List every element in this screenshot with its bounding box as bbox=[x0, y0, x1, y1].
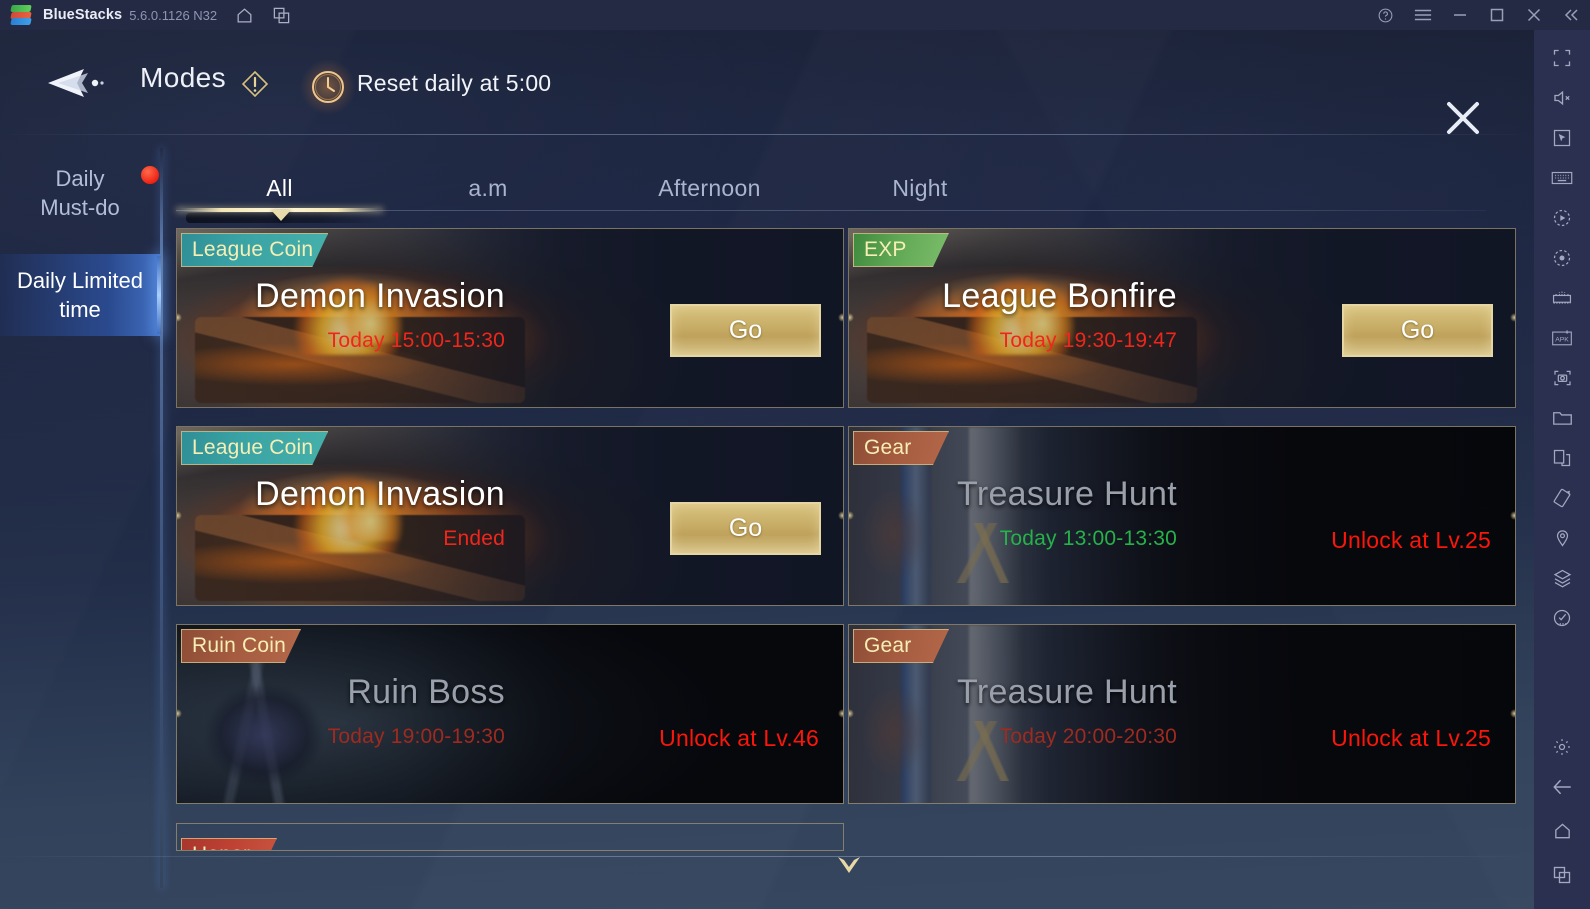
activity-card[interactable]: Gear Treasure Hunt Today 20:00-20:30 Unl… bbox=[848, 624, 1516, 804]
location-icon[interactable] bbox=[1534, 518, 1590, 558]
activity-card[interactable]: EXP League Bonfire Today 19:30-19:47 Go bbox=[848, 228, 1516, 408]
sidebar-item-label-line1: Daily bbox=[55, 166, 105, 191]
tab-label: All bbox=[266, 174, 293, 201]
app-name: BlueStacks bbox=[43, 7, 123, 23]
tab-afternoon[interactable]: Afternoon bbox=[606, 162, 813, 214]
go-button[interactable]: Go bbox=[1342, 304, 1493, 357]
bluestacks-sidebar: APK bbox=[1534, 30, 1590, 909]
card-title: Treasure Hunt bbox=[957, 673, 1177, 711]
activity-card-grid: League Coin Demon Invasion Today 15:00-1… bbox=[176, 225, 1516, 850]
card-time: Today 20:00-20:30 bbox=[999, 725, 1177, 748]
app-version: 5.6.0.1126 N32 bbox=[129, 7, 218, 23]
tab-active-caret-icon bbox=[271, 210, 291, 221]
back-icon[interactable] bbox=[1534, 767, 1590, 807]
mute-icon[interactable] bbox=[1534, 78, 1590, 118]
card-category-badge: Ruin Coin bbox=[181, 629, 301, 663]
menu-icon[interactable] bbox=[1404, 0, 1441, 30]
activity-card[interactable]: Ruin Coin Ruin Boss Today 19:00-19:30 Un… bbox=[176, 624, 844, 804]
collapse-icon[interactable] bbox=[1552, 0, 1590, 30]
reset-daily-text: Reset daily at 5:00 bbox=[357, 70, 552, 96]
eco-mode-icon[interactable] bbox=[1534, 598, 1590, 638]
modes-header: Modes Reset daily at 5:00 bbox=[0, 44, 1534, 134]
recents-icon[interactable] bbox=[1534, 855, 1590, 895]
cursor-icon[interactable] bbox=[1534, 118, 1590, 158]
multi-instance-icon[interactable] bbox=[1534, 438, 1590, 478]
screenshot-icon[interactable] bbox=[1534, 358, 1590, 398]
card-time: Today 15:00-15:30 bbox=[327, 329, 505, 352]
sidebar-item-daily-must-do[interactable]: Daily Must-do bbox=[0, 156, 160, 230]
scroll-down-caret-icon[interactable] bbox=[836, 854, 862, 876]
card-time: Today 19:00-19:30 bbox=[327, 725, 505, 748]
activity-card-partial[interactable]: Honor bbox=[176, 823, 844, 851]
card-title: Ruin Boss bbox=[347, 673, 505, 711]
activity-card[interactable]: League Coin Demon Invasion Ended Go bbox=[176, 426, 844, 606]
card-title: Demon Invasion bbox=[255, 277, 505, 315]
svg-text:APK: APK bbox=[1555, 336, 1569, 343]
back-arrow-icon[interactable] bbox=[44, 66, 106, 100]
card-category-badge: Gear bbox=[853, 629, 949, 663]
info-diamond-icon[interactable] bbox=[240, 69, 270, 99]
card-category-badge: Gear bbox=[853, 431, 949, 465]
card-category-badge: League Coin bbox=[181, 431, 328, 465]
tab-label: a.m bbox=[468, 174, 508, 201]
sidebar-item-label-line2: time bbox=[59, 297, 101, 322]
macro-record-icon[interactable] bbox=[1534, 198, 1590, 238]
card-time: Ended bbox=[443, 527, 505, 550]
unlock-requirement: Unlock at Lv.46 bbox=[659, 725, 819, 751]
unlock-requirement: Unlock at Lv.25 bbox=[1331, 725, 1491, 751]
activity-card[interactable]: Gear Treasure Hunt Today 13:00-13:30 Unl… bbox=[848, 426, 1516, 606]
card-category-badge: League Coin bbox=[181, 233, 328, 267]
titlebar: BlueStacks 5.6.0.1126 N32 bbox=[0, 0, 1590, 30]
tab-am[interactable]: a.m bbox=[408, 162, 568, 214]
fullscreen-icon[interactable] bbox=[1534, 38, 1590, 78]
sidebar-item-label-line1: Daily Limited bbox=[17, 268, 143, 293]
mode-sidebar: Daily Must-do Daily Limited time bbox=[0, 148, 163, 888]
card-category-badge: EXP bbox=[853, 233, 949, 267]
card-title: Demon Invasion bbox=[255, 475, 505, 513]
activity-card[interactable]: League Coin Demon Invasion Today 15:00-1… bbox=[176, 228, 844, 408]
settings-icon[interactable] bbox=[1534, 727, 1590, 767]
minimize-button[interactable] bbox=[1441, 0, 1478, 30]
keyboard-icon[interactable] bbox=[1534, 158, 1590, 198]
tab-night[interactable]: Night bbox=[830, 162, 1010, 214]
maximize-button[interactable] bbox=[1478, 0, 1515, 30]
multi-instance-icon[interactable] bbox=[272, 6, 291, 25]
bluestacks-logo-icon bbox=[10, 4, 32, 26]
go-button[interactable]: Go bbox=[670, 304, 821, 357]
game-controls-icon[interactable] bbox=[1534, 278, 1590, 318]
notification-dot-icon bbox=[141, 166, 159, 184]
sidebar-item-daily-limited-time[interactable]: Daily Limited time bbox=[0, 254, 161, 336]
tab-label: Afternoon bbox=[658, 174, 761, 201]
go-button[interactable]: Go bbox=[670, 502, 821, 555]
help-icon[interactable] bbox=[1367, 0, 1404, 30]
game-viewport: Modes Reset daily at 5:00 Daily Must-do … bbox=[0, 30, 1534, 909]
tab-label: Night bbox=[892, 174, 948, 201]
install-apk-icon[interactable]: APK bbox=[1534, 318, 1590, 358]
tab-all[interactable]: All bbox=[176, 162, 383, 214]
unlock-requirement: Unlock at Lv.25 bbox=[1331, 527, 1491, 553]
card-category-badge: Honor bbox=[181, 838, 277, 851]
screen-record-icon[interactable] bbox=[1534, 238, 1590, 278]
home-icon[interactable] bbox=[1534, 811, 1590, 851]
card-title: League Bonfire bbox=[942, 277, 1177, 315]
rotate-icon[interactable] bbox=[1534, 478, 1590, 518]
folder-icon[interactable] bbox=[1534, 398, 1590, 438]
close-button[interactable] bbox=[1515, 0, 1552, 30]
layers-icon[interactable] bbox=[1534, 558, 1590, 598]
card-time: Today 13:00-13:30 bbox=[999, 527, 1177, 550]
page-title: Modes bbox=[140, 62, 227, 93]
sidebar-item-label-line2: Must-do bbox=[40, 195, 120, 220]
card-title: Treasure Hunt bbox=[957, 475, 1177, 513]
clock-icon bbox=[300, 59, 356, 115]
card-time: Today 19:30-19:47 bbox=[999, 329, 1177, 352]
home-icon[interactable] bbox=[235, 6, 254, 25]
close-panel-icon[interactable] bbox=[1441, 96, 1485, 140]
